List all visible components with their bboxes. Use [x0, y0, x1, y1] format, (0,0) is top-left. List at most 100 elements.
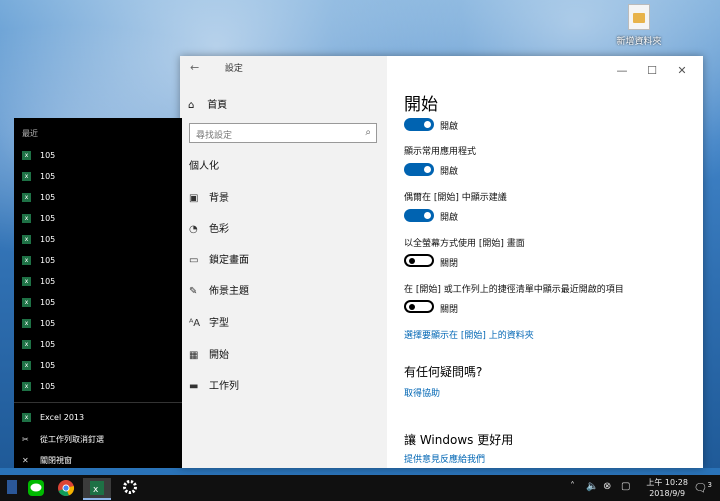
get-help-link[interactable]: 取得協助 [404, 386, 440, 399]
option-label: 偶爾在 [開始] 中顯示建議 [404, 193, 507, 203]
toggle-state: 開啟 [440, 213, 459, 223]
nav-item-taskbar[interactable]: ▬ 工作列 [189, 377, 239, 392]
recent-item[interactable]: x 105 [22, 235, 55, 244]
recent-item[interactable]: x 105 [22, 277, 55, 286]
toggle-state: 開啟 [440, 122, 459, 132]
jump-list: 最近 x 105 x 105 x 105 x 105 x 105 x 105 x 105 x1… [14, 118, 182, 468]
option-label: 在 [開始] 或工作列上的捷徑清單中顯示最近開啟的項目 [404, 285, 624, 295]
font-icon: ᴬA [189, 318, 201, 329]
settings-gear-icon[interactable] [116, 478, 144, 500]
toggle-state: 關閉 [440, 259, 459, 269]
taskbar-icon: ▬ [189, 381, 199, 392]
desktop-icon-label: 新增資料夾 [616, 37, 662, 47]
recent-item-label: 105 [40, 382, 56, 391]
excel-taskbar-icon[interactable]: x [83, 478, 111, 500]
close-label: 關閉視窗 [40, 456, 72, 465]
search-input[interactable]: 尋找設定 ⌕ [189, 123, 377, 143]
picture-icon: ▣ [189, 193, 199, 204]
nav-item-start[interactable]: ▦ 開始 [189, 346, 229, 361]
excel-file-icon: x [22, 256, 31, 265]
clock-date: 2018/9/9 [649, 489, 686, 498]
close-window-button[interactable]: ✕ 關閉視窗 [22, 455, 72, 466]
excel-file-icon: x [22, 214, 31, 223]
recent-item[interactable]: x 105 [22, 256, 55, 265]
window-title: 設定 [224, 64, 243, 74]
nav-label: 佈景主題 [209, 286, 249, 297]
nav-label: 工作列 [209, 381, 239, 392]
search-icon: ⌕ [365, 127, 371, 138]
system-clock[interactable]: 上午 10:28 2018/9/9 [646, 477, 688, 499]
recent-item-label: 105 [40, 172, 56, 181]
chrome-icon[interactable] [52, 478, 80, 500]
toggle-switch[interactable] [404, 300, 434, 313]
svg-text:x: x [93, 485, 99, 495]
nav-item-lock-screen[interactable]: ▭ 鎖定畫面 [189, 251, 249, 266]
settings-content: 開始 開啟 顯示常用應用程式 開啟 偶爾在 [開始] 中顯示建議 開啟 以全螢幕… [402, 56, 692, 468]
recent-header: 最近 [22, 129, 38, 138]
nav-item-colors[interactable]: ◔ 色彩 [189, 220, 229, 235]
recent-item-label: 105 [40, 277, 56, 286]
close-icon: ✕ [22, 456, 29, 465]
action-center-icon[interactable]: ▢ [621, 481, 630, 492]
start-icon: ▦ [189, 350, 199, 361]
recent-item-label: 105 [40, 361, 56, 370]
unpin-icon: ✂ [22, 435, 29, 444]
nav-home-label: 首頁 [207, 100, 228, 111]
toggle-switch[interactable] [404, 163, 434, 176]
nav-label: 背景 [209, 193, 229, 204]
nav-item-themes[interactable]: ✎ 佈景主題 [189, 282, 249, 297]
unpin-button[interactable]: ✂ 從工作列取消釘選 [22, 434, 104, 445]
notification-icon[interactable]: 🗨3 [694, 481, 712, 495]
recent-item[interactable]: x 105 [22, 319, 55, 328]
excel-file-icon: x [22, 298, 31, 307]
nav-label: 鎖定畫面 [209, 255, 249, 266]
recent-item[interactable]: x 105 [22, 172, 55, 181]
excel-file-icon: x [22, 340, 31, 349]
toggle-state: 關閉 [440, 305, 459, 315]
recent-item-label: 105 [40, 235, 56, 244]
recent-item[interactable]: x 105 [22, 361, 55, 370]
improve-heading: 讓 Windows 更好用 [404, 433, 514, 447]
recent-item[interactable]: x 105 [22, 340, 55, 349]
feedback-link[interactable]: 提供意見反應給我們 [404, 452, 485, 465]
excel-file-icon: x [22, 151, 31, 160]
open-excel-button[interactable]: x Excel 2013 [22, 413, 84, 422]
toggle-switch[interactable] [404, 254, 434, 267]
desktop-folder-shortcut[interactable]: 新增資料夾 [610, 4, 668, 47]
toggle-switch[interactable] [404, 209, 434, 222]
toggle-switch[interactable] [404, 118, 434, 131]
network-error-icon[interactable]: ⊗ [603, 481, 611, 492]
search-placeholder: 尋找設定 [196, 131, 233, 141]
volume-icon[interactable]: 🔈 [586, 481, 598, 492]
file-icon [628, 4, 650, 30]
choose-folders-link[interactable]: 選擇要顯示在 [開始] 上的資料夾 [404, 328, 534, 341]
nav-item-fonts[interactable]: ᴬA 字型 [189, 314, 229, 329]
palette-icon: ◔ [189, 224, 198, 235]
lock-screen-icon: ▭ [189, 255, 199, 266]
nav-home[interactable]: ⌂ 首頁 [188, 96, 227, 111]
taskbar: x ˄ 🔈 ⊗ ▢ 上午 10:28 2018/9/9 🗨3 [0, 475, 720, 501]
settings-sidebar: ← 設定 ⌂ 首頁 尋找設定 ⌕ 個人化 ▣ 背景 ◔ 色彩 ▭ 鎖定畫面 ✎ 佈景主題… [180, 56, 387, 468]
notification-count: 3 [707, 481, 712, 489]
recent-item-label: 105 [40, 214, 56, 223]
recent-item-label: 105 [40, 256, 56, 265]
excel-file-icon: x [22, 172, 31, 181]
excel-file-icon: x [22, 361, 31, 370]
recent-item[interactable]: x 105 [22, 382, 55, 391]
recent-item[interactable]: x 105 [22, 151, 55, 160]
recent-item[interactable]: x 105 [22, 298, 55, 307]
excel-file-icon: x [22, 277, 31, 286]
settings-window: ← 設定 ⌂ 首頁 尋找設定 ⌕ 個人化 ▣ 背景 ◔ 色彩 ▭ 鎖定畫面 ✎ 佈景主題… [180, 56, 703, 468]
recent-item[interactable]: x 105 [22, 193, 55, 202]
excel-file-icon: x [22, 319, 31, 328]
nav-label: 色彩 [209, 224, 229, 235]
recent-item-label: 105 [40, 151, 56, 160]
excel-file-icon: x [22, 382, 31, 391]
clock-time: 上午 10:28 [646, 478, 688, 487]
recent-item[interactable]: x 105 [22, 214, 55, 223]
back-arrow-icon[interactable]: ← [190, 61, 208, 74]
chevron-up-icon[interactable]: ˄ [570, 481, 575, 492]
app-label: Excel 2013 [40, 413, 85, 422]
line-app-icon[interactable] [22, 478, 50, 500]
nav-item-background[interactable]: ▣ 背景 [189, 189, 229, 204]
